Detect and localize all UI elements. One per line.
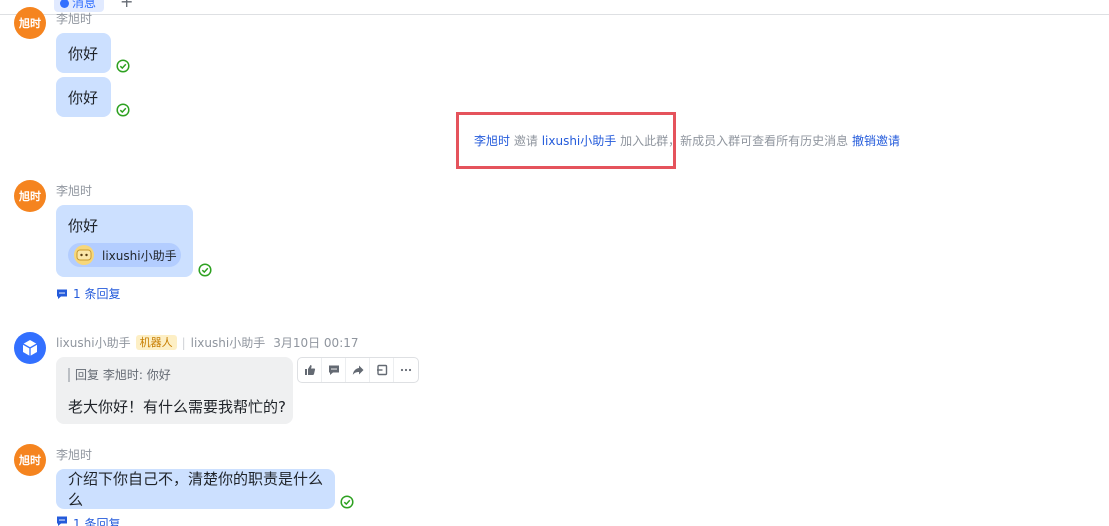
timestamp: 3月10日 00:17 [273,336,359,350]
add-tab-button[interactable]: + [120,0,133,11]
sender-name: 李旭时 [56,448,93,462]
reply-bubble-icon [57,516,67,526]
read-check-icon [116,103,130,117]
reply-bubble-icon [57,289,67,299]
message-header: lixushi小助手 机器人 | lixushi小助手 3月10日 00:17 [56,334,359,351]
forward-icon[interactable] [346,358,370,382]
read-check-icon [198,263,212,277]
read-check-icon [340,495,354,509]
comment-icon[interactable] [322,358,346,382]
sender-name: 李旭时 [56,12,93,26]
invite-verb: 邀请 [513,134,538,148]
message-bubble[interactable]: 介绍下你自己不，清楚你的职责是什么么 [56,469,335,509]
reply-count-link[interactable]: 1 条回复 [56,515,120,526]
sender-alias: lixushi小助手 [190,336,266,350]
system-message: 李旭时 邀请 lixushi小助手 加入此群，新成员入群可查看所有历史消息 撤销… [474,132,900,149]
separator: | [181,335,186,350]
mention-label: lixushi小助手 [102,248,177,263]
avatar[interactable]: 旭时 [14,444,46,476]
bot-tag: 机器人 [135,335,177,350]
top-tab-strip [0,0,1109,15]
more-icon[interactable] [394,358,418,382]
bot-cube-icon[interactable] [14,332,46,364]
message-text: 老大你好！有什么需要我帮忙的? [68,398,286,416]
system-text: 加入此群，新成员入群可查看所有历史消息 [620,134,849,148]
revoke-invite-link[interactable]: 撤销邀请 [852,134,900,148]
mention-chip[interactable]: lixushi小助手 [68,243,181,267]
message-text: 你好 [68,217,99,235]
read-check-icon [116,59,130,73]
message-bubble[interactable]: 你好 [56,77,111,117]
reply-count-label: 1 条回复 [73,287,121,301]
message-bubble[interactable]: 你好 [56,33,111,73]
thumbs-up-icon[interactable] [298,358,322,382]
message-tab-icon [60,0,69,8]
sender-name: lixushi小助手 [56,336,131,350]
avatar[interactable]: 旭时 [14,180,46,212]
reply-count-label: 1 条回复 [73,517,121,526]
quote-text: 你好 [146,368,171,382]
reply-count-link[interactable]: 1 条回复 [56,285,120,302]
avatar[interactable]: 旭时 [14,7,46,39]
inviter-link[interactable]: 李旭时 [474,134,510,148]
quoted-reply[interactable]: 回复 李旭时: 你好 [68,368,171,382]
pin-icon[interactable] [370,358,394,382]
sender-name: 李旭时 [56,184,93,198]
invitee-link[interactable]: lixushi小助手 [542,134,617,148]
quote-prefix: 回复 李旭时: [75,368,147,382]
message-action-toolbar [297,357,419,383]
bot-avatar-icon [74,245,94,265]
